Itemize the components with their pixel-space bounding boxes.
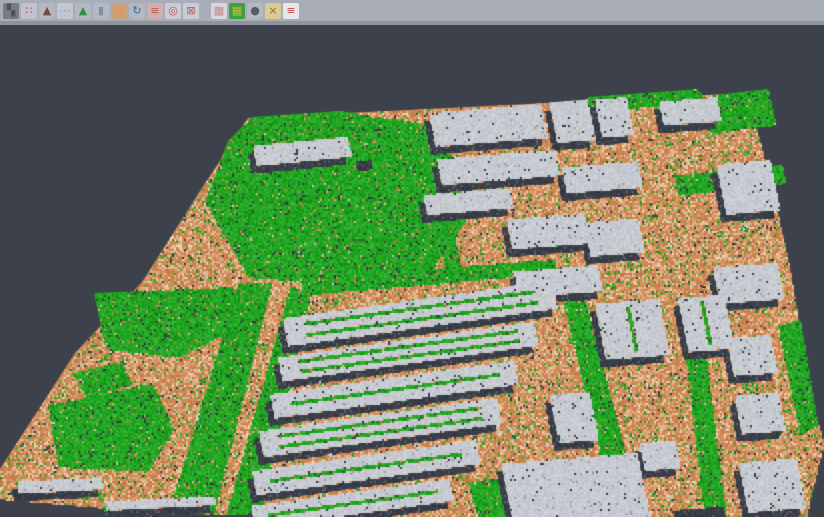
target-ring-icon[interactable]: ◎ bbox=[165, 3, 181, 19]
point-cloud-icon[interactable]: ▚ bbox=[3, 3, 19, 19]
main-toolbar: ▚∷▲⋯▲▮■↻≡◎⊠▩▦●×≡ bbox=[0, 0, 824, 25]
red-stripes-icon[interactable]: ≡ bbox=[283, 3, 299, 19]
orange-swatch-icon[interactable]: ■ bbox=[111, 3, 127, 19]
camera-icon[interactable]: ● bbox=[247, 3, 263, 19]
sparse-points-icon[interactable]: ⋯ bbox=[57, 3, 73, 19]
3d-point-cloud-viewport[interactable] bbox=[0, 25, 824, 517]
viewport-container bbox=[0, 25, 824, 517]
column-icon[interactable]: ▮ bbox=[93, 3, 109, 19]
classified-raster-icon[interactable]: ▦ bbox=[229, 3, 245, 19]
mountain-terrain-icon[interactable]: ▲ bbox=[39, 3, 55, 19]
red-list-icon[interactable]: ≡ bbox=[147, 3, 163, 19]
yellow-box-icon[interactable]: × bbox=[265, 3, 281, 19]
dithered-grid-icon[interactable]: ▩ bbox=[211, 3, 227, 19]
application-window: ▚∷▲⋯▲▮■↻≡◎⊠▩▦●×≡ bbox=[0, 0, 824, 517]
globe-refresh-icon[interactable]: ↻ bbox=[129, 3, 145, 19]
classified-points-icon[interactable]: ∷ bbox=[21, 3, 37, 19]
green-hill-icon[interactable]: ▲ bbox=[75, 3, 91, 19]
clipping-box-icon[interactable]: ⊠ bbox=[183, 3, 199, 19]
